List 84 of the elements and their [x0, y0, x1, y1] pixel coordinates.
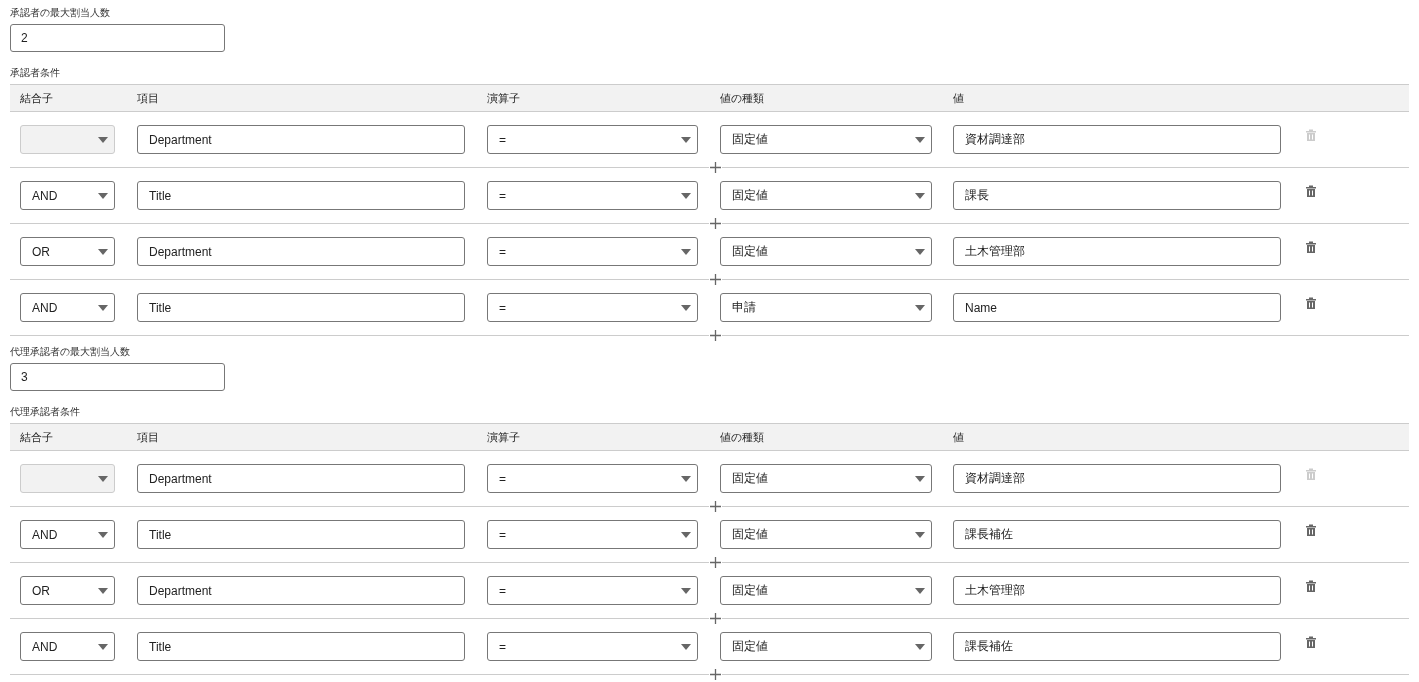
field-input[interactable]: Title	[137, 520, 465, 549]
caret-icon	[915, 587, 925, 594]
operator-dropdown[interactable]: =	[487, 237, 698, 266]
caret-icon	[98, 248, 108, 255]
section-label: 承認者条件	[10, 66, 61, 80]
column-header: 値の種類	[720, 90, 765, 106]
caret-icon	[681, 248, 691, 255]
connector-dropdown[interactable]: AND	[20, 181, 115, 210]
caret-icon	[98, 531, 108, 538]
operator-dropdown[interactable]: =	[487, 293, 698, 322]
column-header: 値の種類	[720, 429, 765, 445]
caret-icon	[98, 643, 108, 650]
connector-dropdown[interactable]: AND	[20, 520, 115, 549]
caret-icon	[915, 475, 925, 482]
number-input-field[interactable]: 3	[10, 363, 225, 391]
caret-icon	[915, 531, 925, 538]
caret-icon	[915, 136, 925, 143]
value-input[interactable]: Name	[953, 293, 1281, 322]
value-type-dropdown[interactable]: 固定値	[720, 125, 932, 154]
field-input[interactable]: Department	[137, 576, 465, 605]
connector-dropdown[interactable]: AND	[20, 293, 115, 322]
field-label: 承認者の最大割当人数	[10, 6, 111, 20]
caret-icon	[681, 136, 691, 143]
connector-dropdown[interactable]: OR	[20, 576, 115, 605]
operator-dropdown[interactable]: =	[487, 576, 698, 605]
delete-icon[interactable]	[1305, 579, 1317, 592]
column-header: 値	[953, 90, 965, 106]
operator-dropdown[interactable]: =	[487, 464, 698, 493]
field-label: 代理承認者の最大割当人数	[10, 345, 131, 359]
value-type-dropdown[interactable]: 固定値	[720, 464, 932, 493]
operator-dropdown[interactable]: =	[487, 632, 698, 661]
value-input[interactable]: 土木管理部	[953, 576, 1281, 605]
delete-icon[interactable]	[1305, 635, 1317, 648]
caret-icon	[681, 587, 691, 594]
delete-icon[interactable]	[1305, 240, 1317, 253]
field-input[interactable]: Department	[137, 125, 465, 154]
caret-icon	[98, 304, 108, 311]
caret-icon	[915, 248, 925, 255]
field-input[interactable]: Department	[137, 237, 465, 266]
value-type-dropdown[interactable]: 申請	[720, 293, 932, 322]
column-header: 演算子	[487, 429, 521, 445]
column-header: 項目	[137, 90, 160, 106]
operator-dropdown[interactable]: =	[487, 520, 698, 549]
caret-icon	[98, 587, 108, 594]
field-input[interactable]: Title	[137, 181, 465, 210]
value-type-dropdown[interactable]: 固定値	[720, 520, 932, 549]
delete-icon[interactable]	[1305, 184, 1317, 197]
column-header: 値	[953, 429, 965, 445]
caret-icon	[681, 475, 691, 482]
caret-icon	[681, 192, 691, 199]
delete-icon[interactable]	[1305, 296, 1317, 309]
caret-icon	[98, 192, 108, 199]
operator-dropdown[interactable]: =	[487, 125, 698, 154]
caret-icon	[98, 475, 108, 482]
field-input[interactable]: Title	[137, 293, 465, 322]
caret-icon	[681, 643, 691, 650]
value-input[interactable]: 課長	[953, 181, 1281, 210]
caret-icon	[915, 304, 925, 311]
column-header: 結合子	[20, 429, 54, 445]
delete-icon[interactable]	[1305, 523, 1317, 536]
number-input-field[interactable]: 2	[10, 24, 225, 52]
column-header: 結合子	[20, 90, 54, 106]
caret-icon	[681, 531, 691, 538]
value-input[interactable]: 資材調達部	[953, 464, 1281, 493]
value-type-dropdown[interactable]: 固定値	[720, 632, 932, 661]
value-input[interactable]: 土木管理部	[953, 237, 1281, 266]
value-type-dropdown[interactable]: 固定値	[720, 181, 932, 210]
value-input[interactable]: 課長補佐	[953, 520, 1281, 549]
field-input[interactable]: Title	[137, 632, 465, 661]
caret-icon	[681, 304, 691, 311]
value-type-dropdown[interactable]: 固定値	[720, 576, 932, 605]
connector-dropdown[interactable]: AND	[20, 632, 115, 661]
column-header: 演算子	[487, 90, 521, 106]
value-input[interactable]: 資材調達部	[953, 125, 1281, 154]
caret-icon	[915, 192, 925, 199]
section-label: 代理承認者条件	[10, 405, 81, 419]
operator-dropdown[interactable]: =	[487, 181, 698, 210]
caret-icon	[98, 136, 108, 143]
field-input[interactable]: Department	[137, 464, 465, 493]
connector-dropdown[interactable]: OR	[20, 237, 115, 266]
caret-icon	[915, 643, 925, 650]
value-input[interactable]: 課長補佐	[953, 632, 1281, 661]
column-header: 項目	[137, 429, 160, 445]
value-type-dropdown[interactable]: 固定値	[720, 237, 932, 266]
